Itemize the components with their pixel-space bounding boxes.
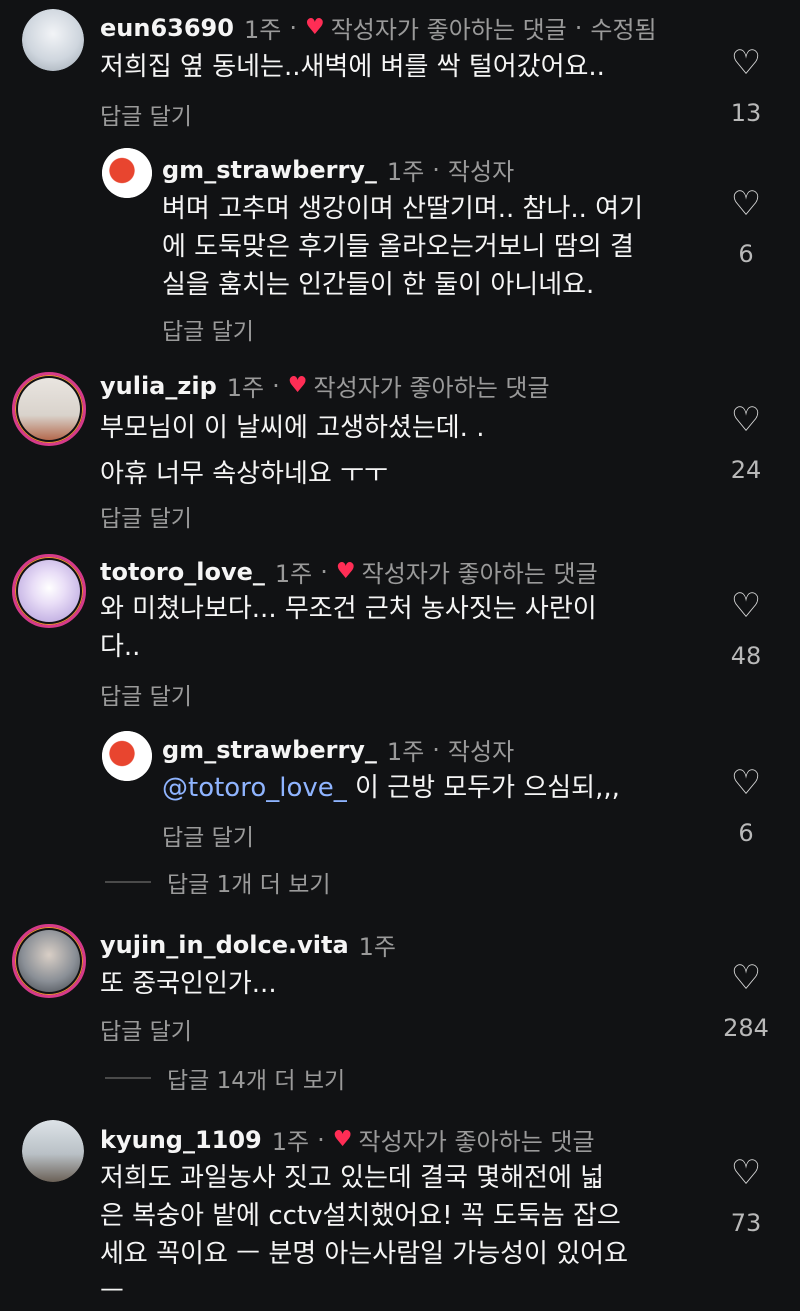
heart-icon[interactable]: ♡ bbox=[716, 186, 776, 222]
comment-text: 부모님이 이 날씨에 고생하셨는데. . 아휴 너무 속상하네요 ㅜㅜ bbox=[100, 413, 485, 489]
username[interactable]: kyung_1109 bbox=[100, 1126, 262, 1154]
comment-text: @totoro_love_ 이 근방 모두가 으심되,,, bbox=[162, 773, 620, 803]
timestamp: 1주 bbox=[243, 16, 282, 44]
username[interactable]: yulia_zip bbox=[100, 372, 217, 400]
liked-by-author-badge: 작성자가 좋아하는 댓글 bbox=[361, 560, 598, 588]
like-button[interactable]: ♡ 6 bbox=[716, 765, 776, 847]
like-button[interactable]: ♡ 6 bbox=[716, 186, 776, 268]
username[interactable]: totoro_love_ bbox=[100, 558, 265, 586]
comment-text: 벼며 고추며 생강이며 산딸기며.. 참나.. 여기 에 도둑맞은 후기들 올라… bbox=[162, 194, 644, 300]
like-count: 73 bbox=[730, 1209, 762, 1237]
like-count: 13 bbox=[730, 99, 762, 127]
divider-line bbox=[105, 881, 151, 883]
timestamp: 1주 bbox=[358, 933, 396, 961]
edited-badge: 수정됨 bbox=[590, 16, 657, 44]
like-count: 284 bbox=[723, 1014, 769, 1042]
like-count: 6 bbox=[738, 240, 754, 268]
liked-by-author-badge: 작성자가 좋아하는 댓글 bbox=[358, 1128, 595, 1156]
heart-icon[interactable]: ♡ bbox=[716, 402, 776, 438]
avatar[interactable] bbox=[12, 372, 86, 446]
heart-icon[interactable]: ♡ bbox=[716, 588, 776, 624]
view-more-replies-button[interactable]: 답글 14개 더 보기 bbox=[105, 1061, 345, 1095]
username[interactable]: eun63690 bbox=[100, 14, 234, 42]
heart-icon[interactable]: ♡ bbox=[716, 765, 776, 801]
heart-filled-icon: ♥ bbox=[304, 15, 325, 40]
heart-icon[interactable]: ♡ bbox=[716, 45, 776, 81]
reply-button[interactable]: 답글 달기 bbox=[100, 499, 192, 533]
heart-filled-icon: ♥ bbox=[335, 559, 356, 584]
like-button[interactable]: ♡ 48 bbox=[716, 588, 776, 670]
avatar[interactable] bbox=[12, 554, 86, 628]
comment-text: 와 미쳤나보다... 무조건 근처 농사짓는 사란이 다.. bbox=[100, 594, 597, 662]
comment-text: 저희집 옆 동네는..새벽에 벼를 싹 털어갔어요.. bbox=[100, 52, 605, 82]
username[interactable]: gm_strawberry_ bbox=[162, 736, 377, 764]
like-button[interactable]: ♡ 284 bbox=[716, 960, 776, 1042]
timestamp: 1주 bbox=[386, 158, 425, 186]
avatar[interactable] bbox=[22, 9, 84, 71]
like-button[interactable]: ♡ 73 bbox=[716, 1155, 776, 1237]
comment-text: 또 중국인인가... bbox=[100, 969, 277, 999]
avatar[interactable] bbox=[102, 148, 152, 198]
timestamp: 1주 bbox=[226, 374, 265, 402]
reply-button[interactable]: 답글 달기 bbox=[100, 97, 192, 131]
liked-by-author-badge: 작성자가 좋아하는 댓글 bbox=[313, 374, 550, 402]
username[interactable]: yujin_in_dolce.vita bbox=[100, 931, 349, 959]
reply-button[interactable]: 답글 달기 bbox=[162, 818, 254, 852]
avatar[interactable] bbox=[22, 1120, 84, 1182]
avatar[interactable] bbox=[102, 731, 152, 781]
like-count: 24 bbox=[730, 456, 762, 484]
divider-line bbox=[105, 1077, 151, 1079]
like-button[interactable]: ♡ 24 bbox=[716, 402, 776, 484]
liked-by-author-badge: 작성자가 좋아하는 댓글 bbox=[330, 16, 567, 44]
like-button[interactable]: ♡ 13 bbox=[716, 45, 776, 127]
like-count: 48 bbox=[730, 642, 762, 670]
comment-text: 저희도 과일농사 짓고 있는데 결국 몇해전에 넓 은 복숭아 밭에 cctv설… bbox=[100, 1163, 628, 1307]
heart-filled-icon: ♥ bbox=[332, 1127, 353, 1152]
username[interactable]: gm_strawberry_ bbox=[162, 156, 377, 184]
heart-filled-icon: ♥ bbox=[287, 373, 308, 398]
avatar[interactable] bbox=[12, 924, 86, 998]
author-badge: 작성자 bbox=[447, 158, 515, 186]
timestamp: 1주 bbox=[271, 1128, 310, 1156]
reply-button[interactable]: 답글 달기 bbox=[100, 1012, 192, 1046]
timestamp: 1주 bbox=[274, 560, 313, 588]
author-badge: 작성자 bbox=[447, 738, 515, 766]
like-count: 6 bbox=[738, 819, 754, 847]
mention-link[interactable]: @totoro_love_ bbox=[162, 773, 347, 803]
heart-icon[interactable]: ♡ bbox=[716, 960, 776, 996]
reply-button[interactable]: 답글 달기 bbox=[162, 312, 254, 346]
heart-icon[interactable]: ♡ bbox=[716, 1155, 776, 1191]
reply-button[interactable]: 답글 달기 bbox=[100, 677, 192, 711]
timestamp: 1주 bbox=[386, 738, 425, 766]
view-more-replies-button[interactable]: 답글 1개 더 보기 bbox=[105, 865, 331, 899]
